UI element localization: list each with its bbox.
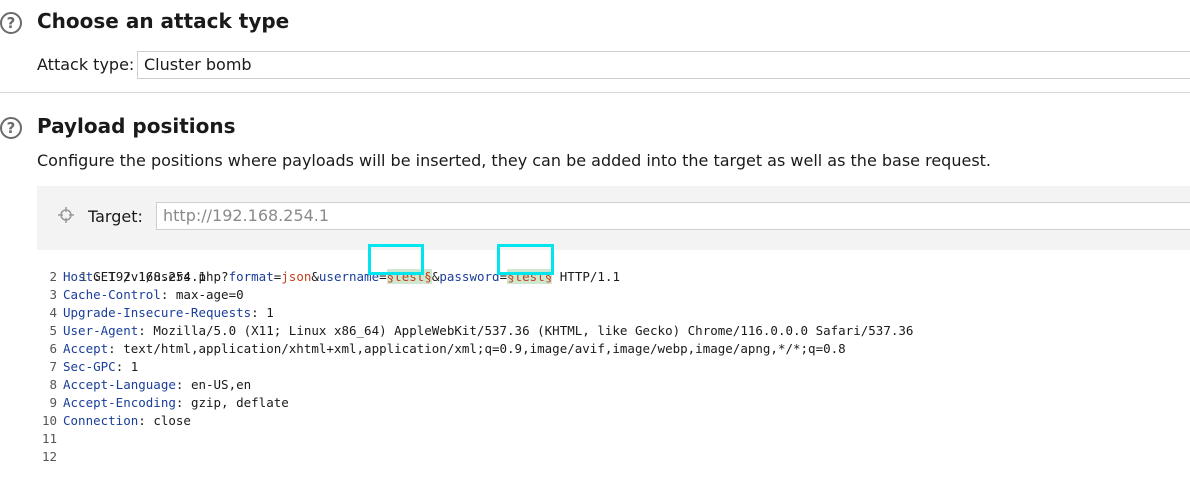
header-value: text/html,application/xhtml+xml,applicat… [123,341,846,356]
line-number: 5 [49,323,57,338]
header-line: 6 Accept: text/html,application/xhtml+xml… [37,340,1190,358]
header-value: max-age=0 [175,287,244,302]
header-key: Accept-Encoding [63,395,176,410]
attack-type-select[interactable]: Cluster bomb [137,51,1190,79]
line-number: 9 [49,395,57,410]
header-sep: : [175,395,191,410]
help-icon[interactable]: ? [0,117,22,139]
header-sep: : [175,377,191,392]
header-line: 5 User-Agent: Mozilla/5.0 (X11; Linux x86… [37,322,1190,340]
line-number: 4 [49,305,57,320]
attack-type-label: Attack type: [37,55,135,74]
target-field[interactable]: http://192.168.254.1 [156,202,1190,230]
header-value: 192.168.254.1 [108,269,207,284]
header-line: 3 Cache-Control: max-age=0 [37,286,1190,304]
header-sep: : [115,359,131,374]
header-sep: : [160,287,176,302]
line-number: 11 [41,431,57,446]
header-line: 4 Upgrade-Insecure-Requests: 1 [37,304,1190,322]
payload-highlight [497,244,554,275]
header-key: Accept-Language [63,377,176,392]
attack-type-title: Choose an attack type [37,9,290,33]
header-key: Cache-Control [63,287,161,302]
header-key: Host [63,269,94,284]
header-value: 1 [266,305,274,320]
header-value: gzip, deflate [190,395,289,410]
header-key: Upgrade-Insecure-Requests [63,305,252,320]
crosshair-icon [58,207,74,223]
empty-line: 11 [37,430,1190,448]
header-line: 2 Host: 192.168.254.1 [37,268,1190,286]
header-value: Mozilla/5.0 (X11; Linux x86_64) AppleWeb… [153,323,914,338]
header-value: 1 [130,359,139,374]
header-key: User-Agent [63,323,139,338]
header-line: 10 Connection: close [37,412,1190,430]
line-number: 7 [49,359,57,374]
line-number: 3 [49,287,57,302]
line-number: 6 [49,341,57,356]
payload-positions-description: Configure the positions where payloads w… [37,151,992,170]
header-key: Sec-GPC [63,359,116,374]
request-editor[interactable]: 1 GET /v1/users.php?format=json&username=… [37,250,1190,491]
header-sep: : [251,305,267,320]
header-sep: : [108,341,124,356]
header-sep: : [93,269,109,284]
payload-positions-title: Payload positions [37,114,236,138]
request-line-1: 1 GET /v1/users.php?format=json&username=… [37,250,1190,284]
line-number: 2 [49,269,57,284]
header-key: Connection [63,413,139,428]
help-icon[interactable]: ? [0,12,22,34]
target-label: Target: [88,207,143,226]
header-sep: : [138,413,154,428]
line-number: 10 [41,413,57,428]
header-line: 7 Sec-GPC: 1 [37,358,1190,376]
header-key: Accept [63,341,109,356]
line-number: 8 [49,377,57,392]
header-value: close [153,413,191,428]
payload-highlight [368,244,424,275]
section-divider [0,92,1190,93]
header-sep: : [138,323,154,338]
empty-line: 12 [37,448,1190,466]
line-number: 12 [41,449,57,464]
header-value: en-US,en [190,377,252,392]
header-line: 8 Accept-Language: en-US,en [37,376,1190,394]
header-line: 9 Accept-Encoding: gzip, deflate [37,394,1190,412]
